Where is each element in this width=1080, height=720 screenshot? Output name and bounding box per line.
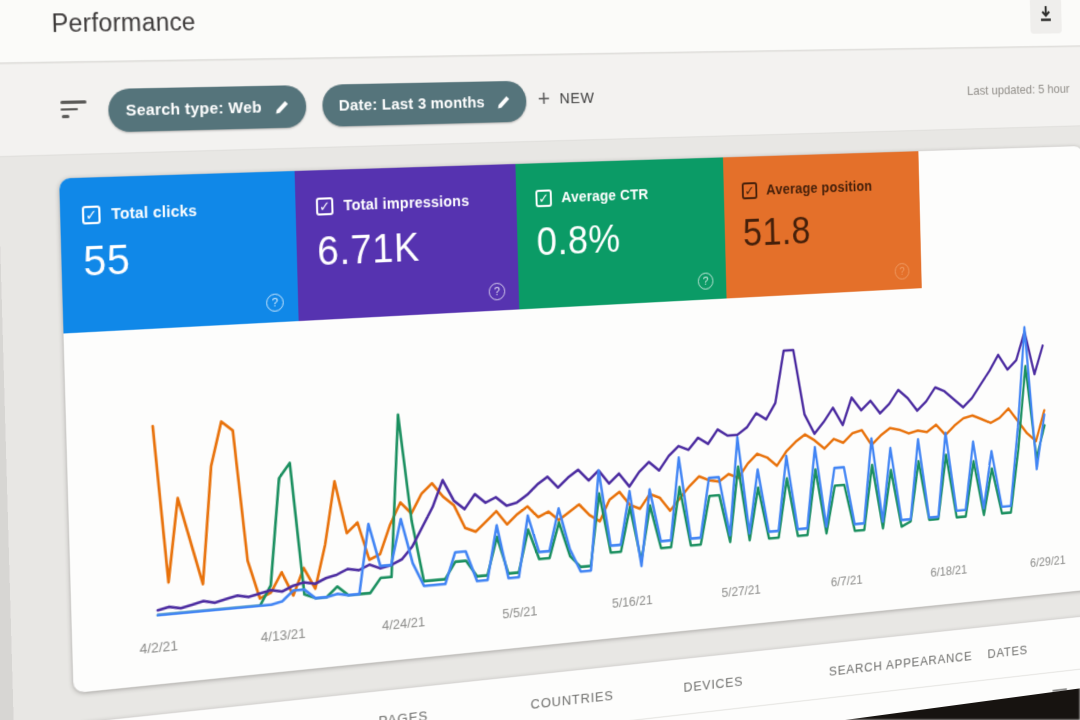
page-title: Performance	[51, 7, 196, 38]
checkbox-checked-icon[interactable]: ✓	[315, 197, 334, 216]
metric-value: 0.8%	[536, 218, 622, 265]
metric-value: 51.8	[742, 210, 812, 255]
help-icon[interactable]: ?	[265, 293, 284, 313]
date-range-chip-label: Date: Last 3 months	[338, 93, 486, 115]
export-button[interactable]	[1029, 0, 1062, 34]
metric-value: 6.71K	[316, 226, 421, 275]
checkbox-checked-icon[interactable]: ✓	[535, 189, 553, 208]
tab-countries[interactable]: COUNTRIES	[530, 688, 613, 712]
download-icon	[1036, 3, 1055, 29]
checkbox-checked-icon[interactable]: ✓	[81, 205, 101, 225]
help-icon[interactable]: ?	[697, 272, 714, 290]
new-filter-button[interactable]: + NEW	[537, 85, 595, 112]
app-stage: Performance Search type: Web Date: Last …	[0, 0, 1080, 720]
edit-pencil-icon	[274, 99, 290, 115]
search-type-chip-label: Search type: Web	[125, 98, 262, 120]
metric-label: Average position	[765, 178, 873, 199]
new-filter-label: NEW	[559, 88, 595, 108]
filter-list-icon[interactable]	[60, 100, 87, 118]
tab-devices[interactable]: DEVICES	[683, 673, 743, 694]
metric-label: Total clicks	[111, 202, 198, 223]
date-range-chip[interactable]: Date: Last 3 months	[321, 80, 527, 127]
tab-search-appearance[interactable]: SEARCH APPEARANCE	[829, 648, 973, 678]
tab-pages[interactable]: PAGES	[378, 708, 428, 720]
metric-tile-total-clicks[interactable]: ✓ Total clicks 55 ?	[59, 170, 299, 334]
search-type-chip[interactable]: Search type: Web	[107, 85, 307, 133]
search-console-performance-screen: Performance Search type: Web Date: Last …	[0, 0, 1080, 720]
edit-pencil-icon	[496, 94, 511, 110]
performance-chart-card: ✓ Total clicks 55 ? ✓ Total impressions …	[59, 145, 1080, 694]
last-updated-text: Last updated: 5 hour	[966, 81, 1070, 98]
metric-tile-total-impressions[interactable]: ✓ Total impressions 6.71K ?	[294, 163, 520, 322]
metric-label: Average CTR	[561, 186, 649, 206]
metric-tile-average-position[interactable]: ✓ Average position 51.8 ?	[722, 151, 922, 299]
help-icon[interactable]: ?	[488, 282, 506, 301]
tab-dates[interactable]: DATES	[987, 642, 1028, 661]
plus-icon: +	[537, 85, 551, 112]
metric-label: Total impressions	[343, 192, 470, 215]
checkbox-checked-icon[interactable]: ✓	[741, 182, 758, 200]
metric-value: 55	[82, 237, 131, 286]
filter-bar: Search type: Web Date: Last 3 months + N…	[0, 46, 1080, 158]
help-icon[interactable]: ?	[894, 262, 910, 280]
metric-tile-average-ctr[interactable]: ✓ Average CTR 0.8% ?	[515, 157, 727, 310]
